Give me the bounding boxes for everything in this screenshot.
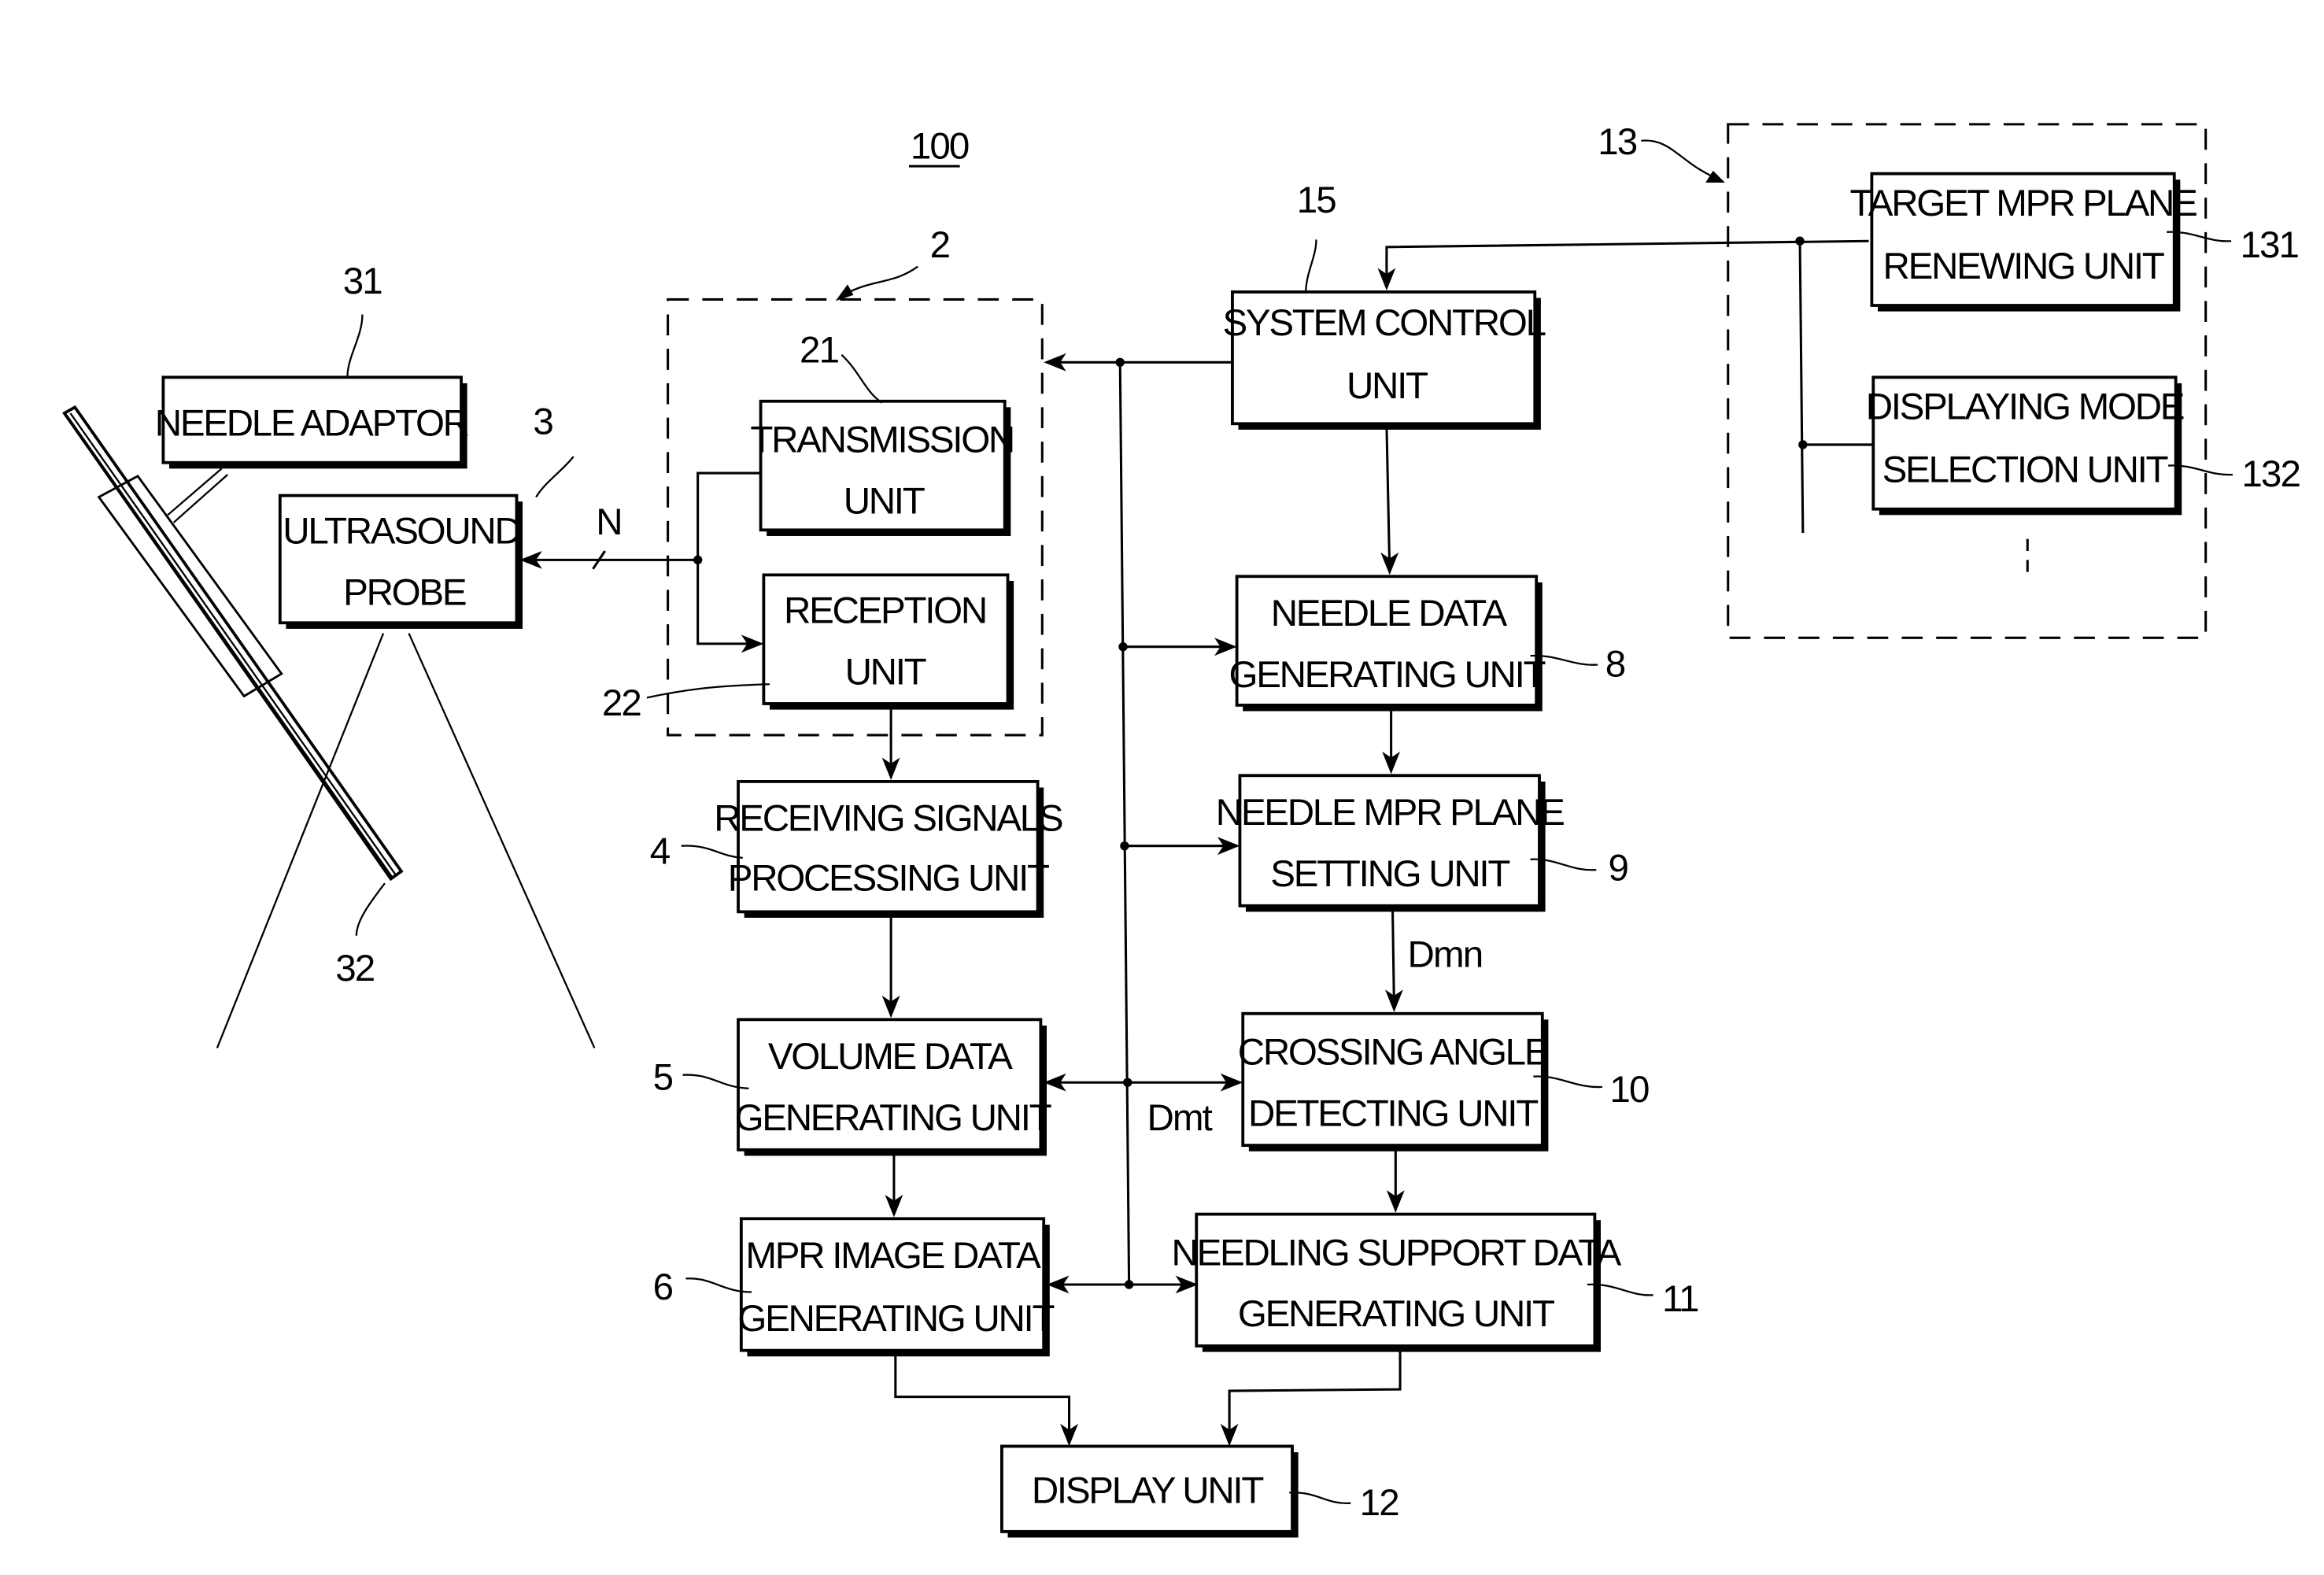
ref-reception-unit: 22: [602, 682, 641, 724]
target-mpr-label-line2: RENEWING UNIT: [1883, 246, 2164, 287]
rsp-label-line1: RECEIVING SIGNALS: [714, 798, 1062, 840]
ref-crossing-angle: 10: [1609, 1069, 1649, 1111]
ref-transceiver-group: 2: [930, 224, 950, 266]
input-to-system-control: [1385, 239, 1869, 285]
ref-ultrasound-probe: 3: [533, 401, 552, 443]
crossing-angle-detecting-unit-block[interactable]: CROSSING ANGLE DETECTING UNIT: [1238, 1011, 1550, 1152]
transmission-unit-block[interactable]: TRANSMISSION UNIT: [750, 399, 1015, 536]
signal-dmn-label: Dmn: [1408, 934, 1483, 976]
ref-displaying-mode: 132: [2241, 453, 2300, 495]
needle-illustration: [62, 405, 404, 882]
ultrasound-probe-label-line2: PROBE: [343, 571, 466, 613]
ref-rsp: 4: [650, 831, 671, 873]
ultrasound-probe-label-line1: ULTRASOUND: [283, 510, 520, 552]
input-internal-bus: [1798, 241, 1805, 534]
scan-beam-right-edge: [408, 633, 596, 1048]
volume-label-line2: GENERATING UNIT: [735, 1097, 1051, 1139]
junction-dot: [1798, 440, 1808, 449]
signal-dmt-label: Dmt: [1147, 1097, 1212, 1139]
leader-32: [355, 882, 386, 936]
needle-data-label-line1: NEEDLE DATA: [1271, 593, 1508, 634]
leader-22: [646, 683, 770, 699]
needle-mpr-plane-setting-unit-block[interactable]: NEEDLE MPR PLANE SETTING UNIT: [1216, 774, 1565, 912]
mpr-image-label-line1: MPR IMAGE DATA: [745, 1235, 1041, 1277]
receiving-signals-processing-unit-block[interactable]: RECEIVING SIGNALS PROCESSING UNIT: [714, 779, 1064, 918]
signal-n-label: N: [596, 501, 621, 543]
crossing-angle-label-line2: DETECTING UNIT: [1248, 1093, 1538, 1134]
junction-dot: [1115, 357, 1125, 368]
needling-support-label-line2: GENERATING UNIT: [1238, 1293, 1554, 1335]
mpr-to-display: [894, 1353, 1071, 1440]
needle-mpr-label-line2: SETTING UNIT: [1270, 853, 1509, 895]
mpr-image-label-line2: GENERATING UNIT: [737, 1298, 1054, 1340]
volume-data-generating-unit-block[interactable]: VOLUME DATA GENERATING UNIT: [735, 1018, 1053, 1156]
junction-dot: [1795, 236, 1805, 246]
junction-dot: [1123, 1078, 1132, 1087]
ref-transmission-unit: 21: [800, 329, 839, 371]
needling-to-display: [1228, 1348, 1402, 1440]
displaying-mode-selection-unit-block[interactable]: DISPLAYING MODE SELECTION UNIT: [1866, 375, 2185, 516]
ref-needle-adaptor: 31: [343, 261, 382, 302]
ref-display: 12: [1360, 1482, 1399, 1524]
needle-data-label-line2: GENERATING UNIT: [1229, 654, 1545, 696]
ref-needle-mpr: 9: [1609, 847, 1628, 889]
leader-21: [841, 353, 883, 404]
needle-adaptor-label: NEEDLE ADAPTOR: [155, 403, 469, 445]
displaying-mode-label-line1: DISPLAYING MODE: [1866, 386, 2184, 428]
tx-rx-connector: [696, 471, 761, 645]
needling-support-data-generating-unit-block[interactable]: NEEDLING SUPPORT DATA GENERATING UNIT: [1172, 1212, 1624, 1352]
junction-dot: [1118, 641, 1128, 652]
ref-target-mpr: 131: [2240, 224, 2298, 266]
ultrasound-probe-block[interactable]: ULTRASOUND PROBE: [278, 494, 523, 629]
block-diagram: 100 32 NEEDLE ADAPTOR 31 ULTRASOUND PROB…: [62, 121, 2301, 1538]
ref-needle: 32: [335, 948, 375, 989]
transmission-unit-label-line2: UNIT: [844, 480, 925, 522]
leader-12: [1289, 1492, 1351, 1504]
reception-unit-block[interactable]: RECEPTION UNIT: [762, 573, 1014, 710]
target-mpr-label-line1: TARGET MPR PLANE: [1850, 183, 2197, 224]
leader-15: [1305, 239, 1317, 294]
system-control-label-line1: SYSTEM CONTROL: [1222, 302, 1545, 344]
leader-2: [845, 265, 919, 294]
system-control-unit-block[interactable]: SYSTEM CONTROL UNIT: [1222, 290, 1547, 430]
ref-system-control: 15: [1297, 179, 1336, 221]
volume-label-line1: VOLUME DATA: [768, 1036, 1013, 1078]
ref-needling-support: 11: [1662, 1278, 1698, 1320]
junction-dot: [1120, 841, 1129, 851]
display-unit-label: DISPLAY UNIT: [1032, 1470, 1263, 1512]
leader-4: [681, 845, 743, 860]
control-bus-vertical: [1118, 362, 1131, 1285]
figure-reference: 100: [911, 126, 969, 168]
ref-volume: 5: [653, 1057, 673, 1099]
needle-data-generating-unit-block[interactable]: NEEDLE DATA GENERATING UNIT: [1229, 575, 1547, 712]
display-unit-block[interactable]: DISPLAY UNIT: [1000, 1444, 1299, 1538]
ref-input-group: 13: [1598, 121, 1637, 163]
needle-adaptor-block[interactable]: NEEDLE ADAPTOR: [155, 375, 471, 469]
displaying-mode-label-line2: SELECTION UNIT: [1882, 449, 2168, 490]
target-mpr-plane-renewing-unit-block[interactable]: TARGET MPR PLANE RENEWING UNIT: [1850, 172, 2198, 312]
crossing-angle-label-line1: CROSSING ANGLE: [1238, 1031, 1548, 1073]
leader-31: [346, 314, 364, 378]
arrow-13: [1705, 170, 1725, 183]
flow-control-to-needle-data: [1385, 427, 1391, 569]
transmission-unit-label-line1: TRANSMISSION: [750, 419, 1014, 460]
leader-3: [535, 456, 575, 498]
mpr-image-data-generating-unit-block[interactable]: MPR IMAGE DATA GENERATING UNIT: [737, 1217, 1056, 1357]
reception-unit-label-line2: UNIT: [845, 651, 926, 693]
system-control-label-line2: UNIT: [1347, 365, 1428, 407]
leader-13: [1641, 139, 1714, 178]
ref-mpr-image: 6: [653, 1266, 673, 1308]
flow-dmn: [1391, 908, 1395, 1007]
ref-needle-data: 8: [1605, 644, 1625, 686]
needle-mpr-label-line1: NEEDLE MPR PLANE: [1216, 792, 1564, 834]
needling-support-label-line1: NEEDLING SUPPORT DATA: [1172, 1232, 1622, 1274]
reception-unit-label-line1: RECEPTION: [784, 590, 986, 631]
junction-dot: [1124, 1280, 1134, 1289]
rsp-label-line2: PROCESSING UNIT: [728, 858, 1049, 900]
